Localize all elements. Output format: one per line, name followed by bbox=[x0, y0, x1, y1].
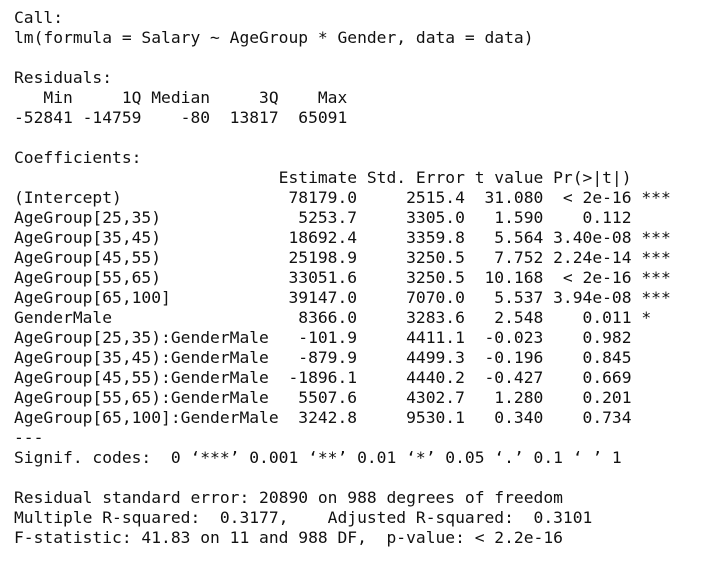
console-line: AgeGroup[35,45) 18692.4 3359.8 5.564 3.4… bbox=[14, 228, 671, 247]
console-line: Estimate Std. Error t value Pr(>|t|) bbox=[14, 168, 671, 187]
console-line: GenderMale 8366.0 3283.6 2.548 0.011 * bbox=[14, 308, 671, 327]
console-line: Coefficients: bbox=[14, 148, 142, 167]
console-line: -52841 -14759 -80 13817 65091 bbox=[14, 108, 358, 127]
console-line: (Intercept) 78179.0 2515.4 31.080 < 2e-1… bbox=[14, 188, 671, 207]
console-line: --- bbox=[14, 428, 44, 447]
console-line: AgeGroup[25,35) 5253.7 3305.0 1.590 0.11… bbox=[14, 208, 671, 227]
console-line: AgeGroup[25,35):GenderMale -101.9 4411.1… bbox=[14, 328, 671, 347]
console-line: Min 1Q Median 3Q Max bbox=[14, 88, 358, 107]
console-line: AgeGroup[65,100]:GenderMale 3242.8 9530.… bbox=[14, 408, 671, 427]
console-line: AgeGroup[65,100] 39147.0 7070.0 5.537 3.… bbox=[14, 288, 671, 307]
console-line: Residuals: bbox=[14, 68, 113, 87]
console-line: lm(formula = Salary ~ AgeGroup * Gender,… bbox=[14, 28, 534, 47]
console-line: AgeGroup[45,55):GenderMale -1896.1 4440.… bbox=[14, 368, 671, 387]
console-line: AgeGroup[55,65) 33051.6 3250.5 10.168 < … bbox=[14, 268, 671, 287]
console-line: Signif. codes: 0 ‘***’ 0.001 ‘**’ 0.01 ‘… bbox=[14, 448, 622, 467]
console-line: Residual standard error: 20890 on 988 de… bbox=[14, 488, 563, 507]
console-line: AgeGroup[55,65):GenderMale 5507.6 4302.7… bbox=[14, 388, 671, 407]
r-console-output: Call: lm(formula = Salary ~ AgeGroup * Ge… bbox=[0, 0, 712, 563]
console-line: Call: bbox=[14, 8, 64, 27]
console-line: AgeGroup[45,55) 25198.9 3250.5 7.752 2.2… bbox=[14, 248, 671, 267]
console-line: AgeGroup[35,45):GenderMale -879.9 4499.3… bbox=[14, 348, 671, 367]
console-line: F-statistic: 41.83 on 11 and 988 DF, p-v… bbox=[14, 528, 563, 547]
console-line: Multiple R-squared: 0.3177, Adjusted R-s… bbox=[14, 508, 603, 527]
